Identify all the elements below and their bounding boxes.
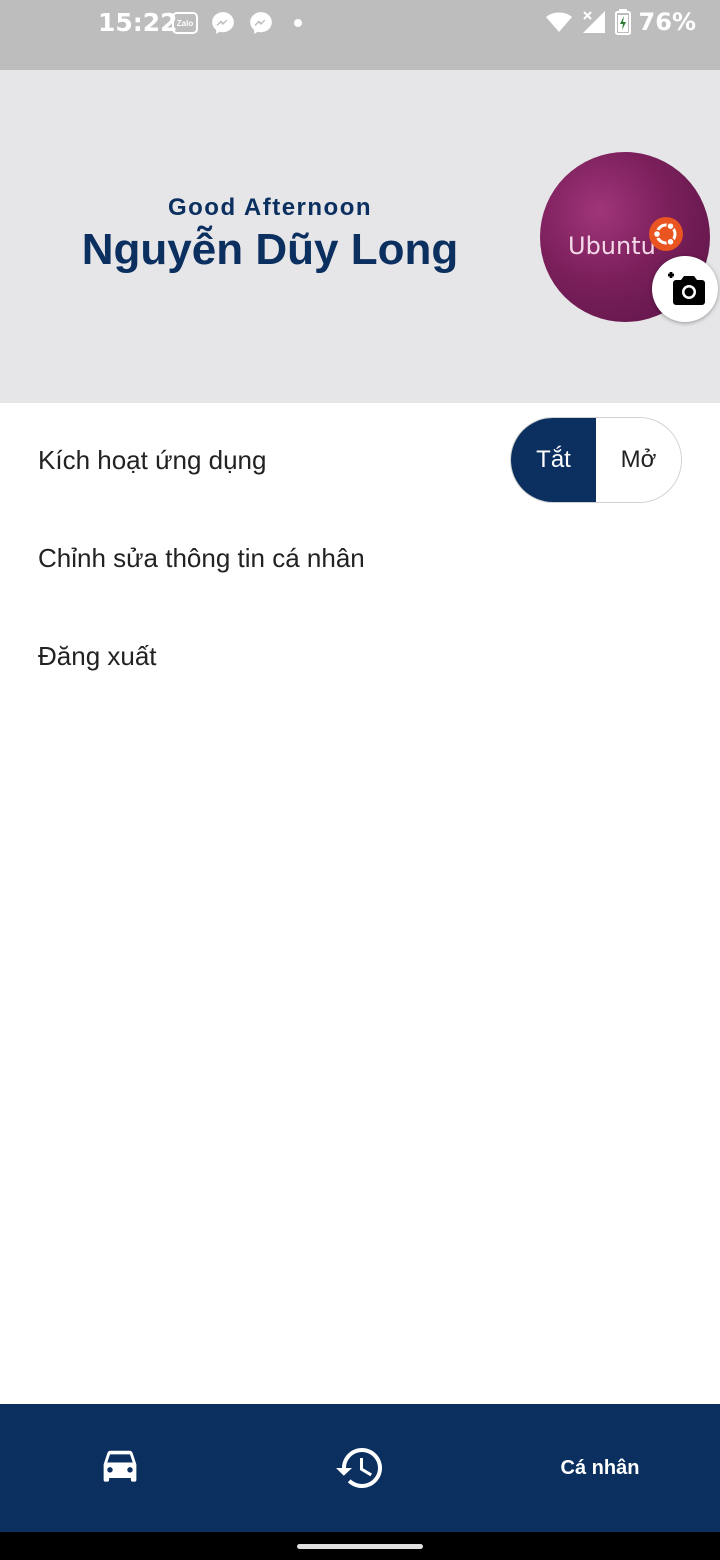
history-icon (336, 1448, 382, 1488)
profile-header: Good Afternoon Nguyễn Dũy Long Ubuntu (0, 70, 720, 403)
add-photo-icon (668, 272, 705, 305)
messenger-icon (212, 12, 234, 34)
nav-item-trips[interactable] (0, 1404, 240, 1532)
toggle-off-option[interactable]: Tắt (511, 418, 596, 502)
activate-app-toggle[interactable]: Tắt Mở (510, 417, 682, 503)
ubuntu-logo-icon (649, 217, 683, 251)
logout-item[interactable]: Đăng xuất (38, 641, 157, 672)
system-icons: 76% (545, 8, 696, 36)
nav-item-history[interactable] (240, 1404, 480, 1532)
notification-icons: Zalo (172, 10, 302, 36)
wifi-icon (545, 12, 572, 32)
status-bar: 15:22 Zalo 76% (0, 0, 720, 70)
battery-percent: 76% (638, 8, 696, 36)
status-time: 15:22 (98, 8, 178, 37)
gesture-bar (0, 1532, 720, 1560)
greeting-text: Good Afternoon (167, 194, 373, 221)
bottom-navigation: Cá nhân (0, 1404, 720, 1532)
signal-icon (582, 11, 605, 33)
battery-charging-icon (614, 9, 631, 35)
avatar-text: Ubuntu (568, 232, 656, 260)
dot-icon (294, 19, 302, 27)
change-photo-button[interactable] (652, 256, 718, 322)
edit-profile-item[interactable]: Chỉnh sửa thông tin cá nhân (38, 543, 365, 574)
zalo-icon: Zalo (172, 12, 198, 34)
activate-app-label: Kích hoạt ứng dụng (38, 445, 267, 475)
car-icon (103, 1450, 137, 1482)
home-gesture-handle[interactable] (297, 1544, 423, 1549)
nav-label-profile: Cá nhân (560, 1456, 640, 1479)
messenger-icon (250, 12, 272, 34)
nav-item-profile[interactable]: Cá nhân (480, 1404, 720, 1532)
user-name: Nguyễn Dũy Long (81, 225, 459, 274)
toggle-on-option[interactable]: Mở (596, 418, 681, 502)
